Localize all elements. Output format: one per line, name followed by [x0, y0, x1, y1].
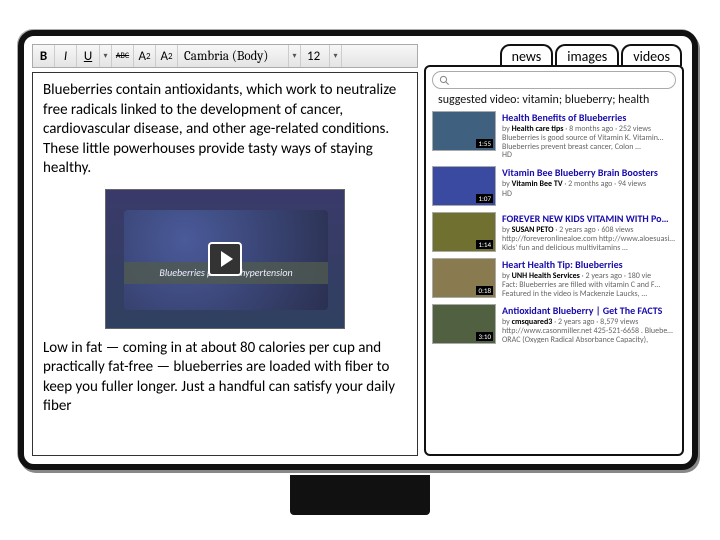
result-title[interactable]: Antioxidant Blueberry | Get The FACTS	[502, 304, 676, 317]
chevron-down-icon[interactable]: ▾	[329, 45, 341, 67]
paragraph[interactable]: Low in fat — coming in at about 80 calor…	[43, 339, 407, 417]
paragraph[interactable]: Blueberries contain antioxidants, which …	[43, 81, 407, 179]
editor-pane: B I U▾ ABC A2 A2 Cambria (Body)▾ 12▾ Blu…	[32, 44, 418, 456]
hd-badge: HD	[502, 150, 676, 160]
tab-images[interactable]: images	[555, 44, 619, 66]
result-title[interactable]: Heart Health Tip: Blueberries	[502, 258, 676, 271]
formatting-toolbar: B I U▾ ABC A2 A2 Cambria (Body)▾ 12▾	[32, 44, 418, 68]
result-meta: by Vitamin Bee TV · 2 months ago · 94 vi…	[502, 179, 676, 189]
embedded-video[interactable]: Blueberries prevent hypertension	[105, 189, 345, 329]
result-title[interactable]: Health Benefits of Blueberries	[502, 111, 676, 124]
font-size-select[interactable]: 12▾	[301, 45, 342, 67]
duration-badge: 0:18	[476, 286, 493, 295]
video-thumbnail[interactable]: 1:07	[432, 166, 496, 206]
tab-news[interactable]: news	[500, 44, 554, 66]
video-thumbnail[interactable]: 1:55	[432, 111, 496, 151]
document-body[interactable]: Blueberries contain antioxidants, which …	[32, 72, 418, 456]
subscript-button[interactable]: A2	[156, 45, 178, 67]
tab-videos[interactable]: videos	[621, 44, 682, 66]
hd-badge: HD	[502, 189, 676, 199]
video-thumbnail[interactable]: 0:18	[432, 258, 496, 298]
result-meta: by SUSAN PETO · 2 years ago · 608 views	[502, 225, 676, 235]
chevron-down-icon[interactable]: ▾	[288, 45, 300, 67]
duration-badge: 1:07	[476, 194, 493, 203]
duration-badge: 1:14	[476, 240, 493, 249]
duration-badge: 1:55	[476, 139, 493, 148]
result-meta: by UNH Health Services · 2 years ago · 1…	[502, 271, 676, 281]
result-meta: by Health care tips · 8 months ago · 252…	[502, 124, 676, 134]
result-row[interactable]: 3:10 Antioxidant Blueberry | Get The FACT…	[432, 304, 676, 344]
video-thumbnail[interactable]: 3:10	[432, 304, 496, 344]
result-row[interactable]: 1:55 Health Benefits of Blueberriesby Hea…	[432, 111, 676, 160]
underline-button[interactable]: U▾	[77, 45, 112, 67]
result-meta: by cmsquared3 · 2 years ago · 8,579 view…	[502, 317, 676, 327]
result-row[interactable]: 1:07 Vitamin Bee Blueberry Brain Boosters…	[432, 166, 676, 206]
italic-button[interactable]: I	[55, 45, 77, 67]
chevron-down-icon[interactable]: ▾	[99, 45, 111, 67]
tab-row: news images videos	[424, 44, 684, 66]
monitor-stand	[290, 475, 430, 515]
search-icon	[439, 75, 450, 86]
result-row[interactable]: 0:18 Heart Health Tip: Blueberriesby UNH …	[432, 258, 676, 298]
result-desc: http://www.casonmiller.net 425-521-6658 …	[502, 327, 676, 343]
result-row[interactable]: 1:14 FOREVER NEW KIDS VITAMIN WITH Pomegr…	[432, 212, 676, 252]
duration-badge: 3:10	[476, 332, 493, 341]
monitor-frame: B I U▾ ABC A2 A2 Cambria (Body)▾ 12▾ Blu…	[18, 30, 698, 470]
result-desc: Blueberries is good source of Vitamin K.…	[502, 134, 676, 150]
suggested-label: suggested video: vitamin; blueberry; hea…	[432, 93, 676, 107]
results-pane: suggested video: vitamin; blueberry; hea…	[424, 65, 684, 456]
search-input[interactable]	[432, 71, 676, 89]
strikethrough-button[interactable]: ABC	[112, 45, 134, 67]
font-family-select[interactable]: Cambria (Body)▾	[178, 45, 301, 67]
result-title[interactable]: Vitamin Bee Blueberry Brain Boosters	[502, 166, 676, 179]
superscript-button[interactable]: A2	[134, 45, 156, 67]
result-title[interactable]: FOREVER NEW KIDS VITAMIN WITH Pomegranat…	[502, 212, 676, 225]
play-icon[interactable]	[208, 242, 242, 276]
result-desc: Fact: Blueberries are filled with vitami…	[502, 281, 676, 297]
video-thumbnail[interactable]: 1:14	[432, 212, 496, 252]
bold-button[interactable]: B	[33, 45, 55, 67]
search-panel: news images videos suggested video: vita…	[424, 44, 684, 456]
result-desc: http://foreveronlinealoe.com http://www.…	[502, 235, 676, 251]
